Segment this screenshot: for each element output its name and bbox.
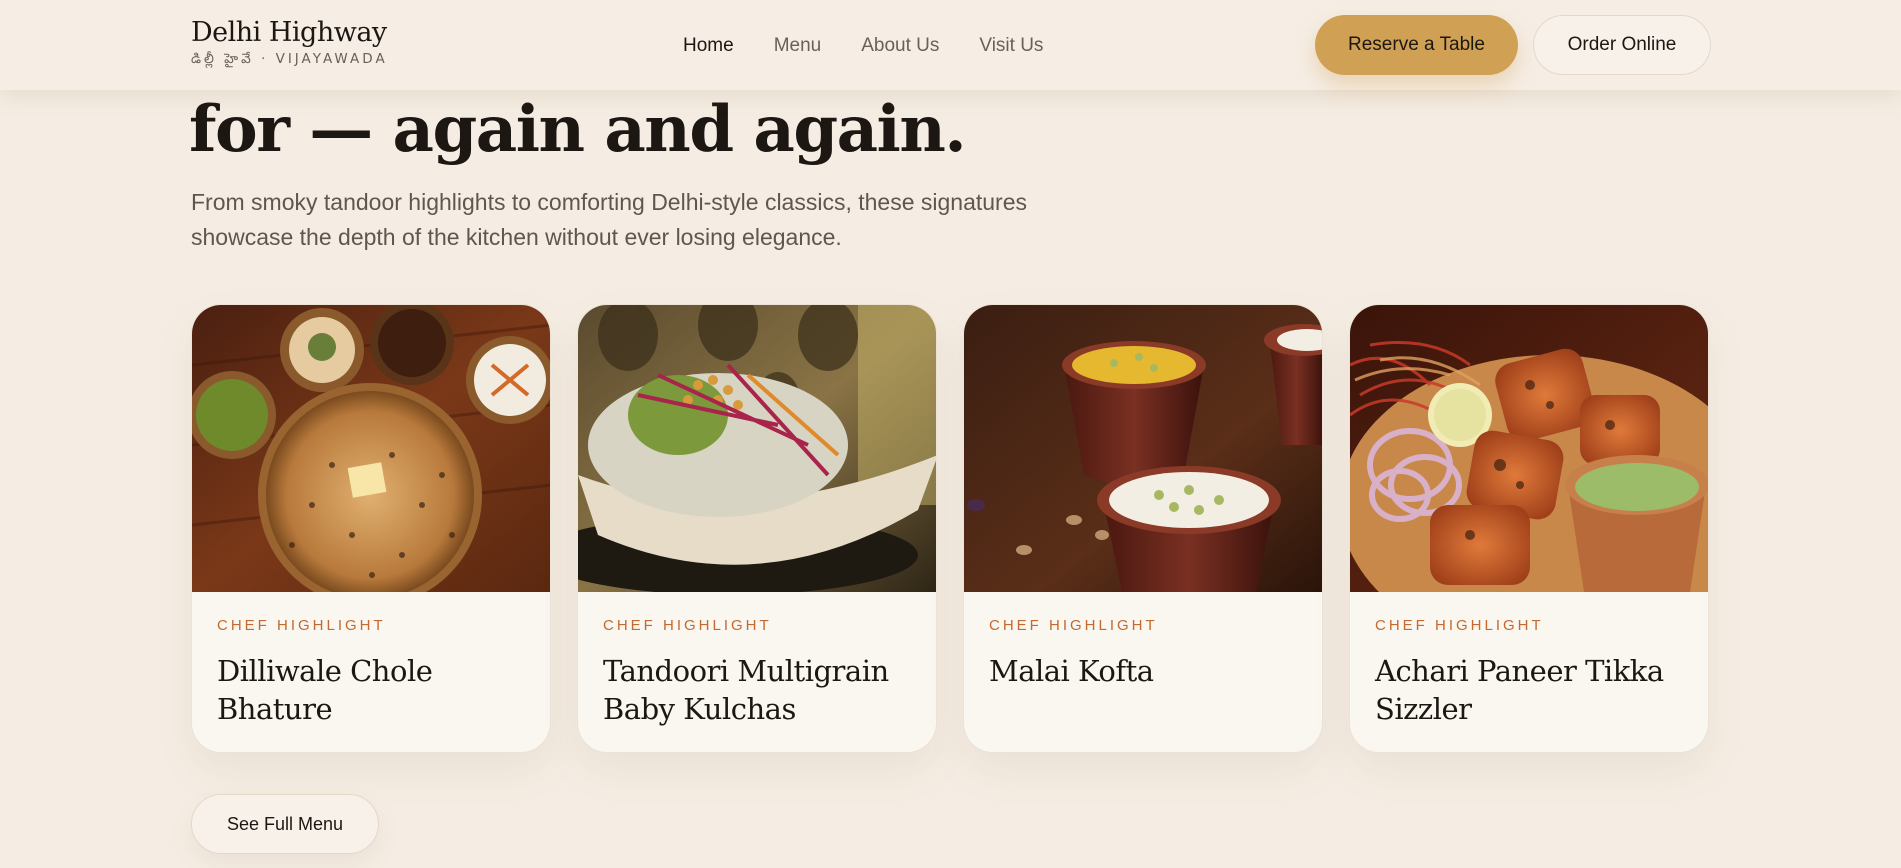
dish-photo-chole-bhature — [192, 305, 550, 592]
reserve-table-button[interactable]: Reserve a Table — [1315, 15, 1518, 75]
card-title: Achari Paneer Tikka Sizzler — [1375, 654, 1664, 726]
card-eyebrow: CHEF HIGHLIGHT — [217, 617, 386, 634]
brand-subtitle: డిల్లీ హైవే · VIJAYAWADA — [191, 51, 388, 67]
nav-visit-us[interactable]: Visit Us — [979, 34, 1043, 58]
order-online-button[interactable]: Order Online — [1533, 15, 1711, 75]
dish-photo-paneer-tikka — [1350, 305, 1708, 592]
site-header: Delhi Highway డిల్లీ హైవే · VIJAYAWADA H… — [0, 0, 1901, 90]
hero-subtitle: From smoky tandoor highlights to comfort… — [191, 189, 1028, 250]
nav-home[interactable]: Home — [683, 34, 734, 58]
main-nav: Home Menu About Us Visit Us — [683, 34, 1043, 58]
dish-card[interactable]: CHEF HIGHLIGHT Dilliwale Chole Bhature — [191, 304, 551, 753]
see-full-menu-button[interactable]: See Full Menu — [191, 794, 379, 854]
nav-about-us[interactable]: About Us — [861, 34, 939, 58]
card-title: Dilliwale Chole Bhature — [217, 654, 433, 726]
card-eyebrow: CHEF HIGHLIGHT — [1375, 617, 1544, 634]
dish-photo-baby-kulchas — [578, 305, 936, 592]
card-title: Malai Kofta — [989, 654, 1154, 688]
nav-menu[interactable]: Menu — [774, 34, 822, 58]
card-eyebrow: CHEF HIGHLIGHT — [603, 617, 772, 634]
dish-card[interactable]: CHEF HIGHLIGHT Achari Paneer Tikka Sizzl… — [1349, 304, 1709, 753]
dish-card[interactable]: CHEF HIGHLIGHT Malai Kofta — [963, 304, 1323, 753]
hero-heading: for — again and again. — [189, 92, 967, 167]
card-eyebrow: CHEF HIGHLIGHT — [989, 617, 1158, 634]
card-title: Tandoori Multigrain Baby Kulchas — [603, 654, 889, 726]
brand[interactable]: Delhi Highway డిల్లీ హైవే · VIJAYAWADA — [191, 16, 388, 68]
dish-card[interactable]: CHEF HIGHLIGHT Tandoori Multigrain Baby … — [577, 304, 937, 753]
brand-name: Delhi Highway — [191, 17, 387, 48]
dish-photo-malai-kofta — [964, 305, 1322, 592]
page: Delhi Highway డిల్లీ హైవే · VIJAYAWADA H… — [0, 0, 1901, 868]
